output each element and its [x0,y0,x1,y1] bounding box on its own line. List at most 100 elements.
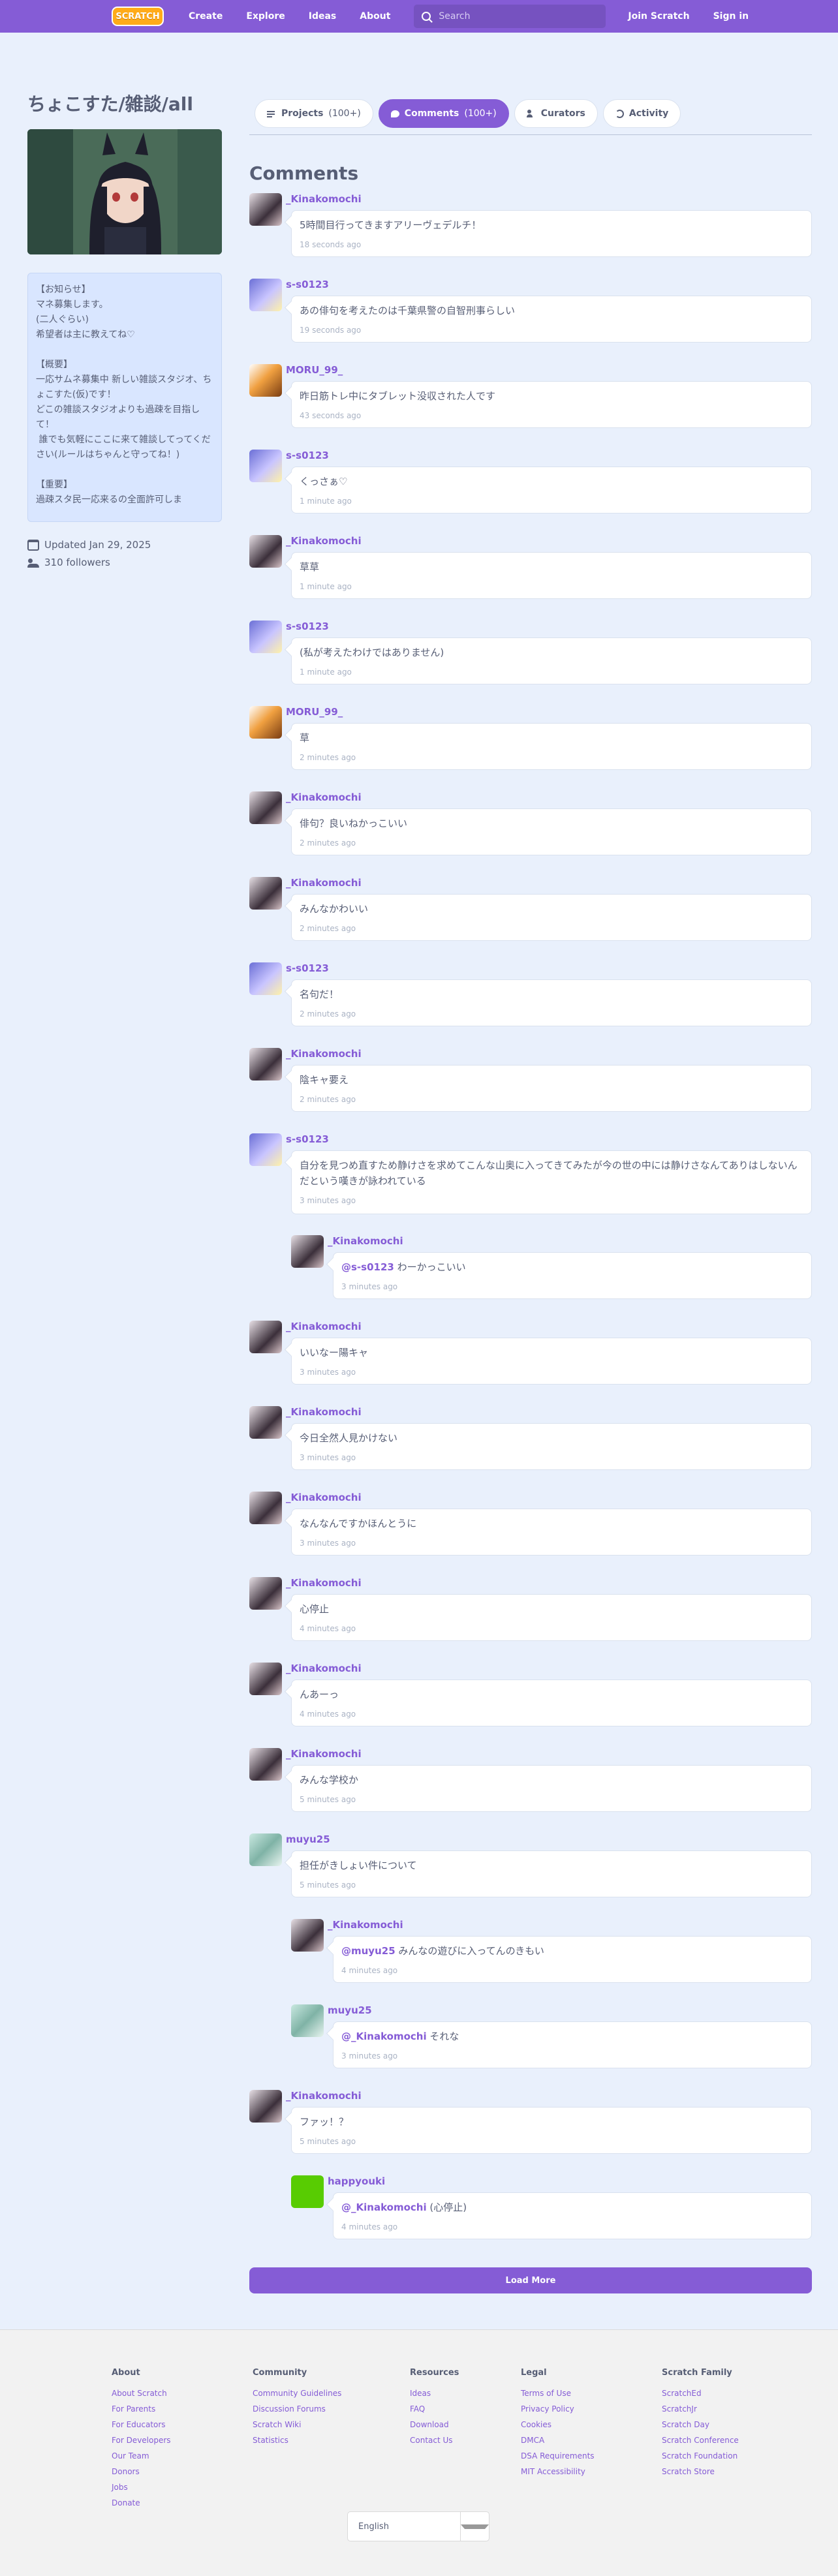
comment-username[interactable]: _Kinakomochi [286,1748,362,1760]
tab-comments[interactable]: Comments (100+) [378,99,509,128]
comment-username[interactable]: _Kinakomochi [286,1406,362,1418]
footer-link[interactable]: FAQ [410,2401,521,2417]
comment-username[interactable]: _Kinakomochi [328,1919,403,1931]
footer-link[interactable]: Discussion Forums [253,2401,410,2417]
comment-username[interactable]: MORU_99_ [286,706,343,718]
footer-link[interactable]: Scratch Wiki [253,2417,410,2432]
avatar[interactable] [249,535,282,568]
comment-username[interactable]: s-s0123 [286,450,329,461]
avatar[interactable] [249,962,282,995]
comment-username[interactable]: s-s0123 [286,962,329,974]
footer-link[interactable]: Cookies [521,2417,662,2432]
footer-link[interactable]: Ideas [410,2385,521,2401]
mention-link[interactable]: @_Kinakomochi [341,2201,427,2213]
footer-link[interactable]: Community Guidelines [253,2385,410,2401]
footer-link[interactable]: ScratchEd [662,2385,803,2401]
comment-bubble: @muyu25 みんなの遊びに入ってんのきもい 4 minutes ago [333,1936,812,1983]
footer-link[interactable]: Download [410,2417,521,2432]
footer-link[interactable]: Donors [112,2464,253,2479]
footer-link[interactable]: For Developers [112,2432,253,2448]
comment-username[interactable]: _Kinakomochi [286,2090,362,2102]
footer-link[interactable]: Jobs [112,2479,253,2495]
comment-username[interactable]: _Kinakomochi [286,1577,362,1589]
search-input[interactable] [439,11,596,22]
avatar[interactable] [249,1833,282,1866]
avatar[interactable] [249,621,282,653]
sign-in-link[interactable]: Sign in [702,11,761,22]
footer-link[interactable]: For Parents [112,2401,253,2417]
comment-username[interactable]: _Kinakomochi [286,1492,362,1503]
tab-curators[interactable]: Curators [514,99,598,128]
avatar[interactable] [249,1577,282,1610]
avatar[interactable] [249,1492,282,1524]
avatar[interactable] [249,1321,282,1353]
mention-link[interactable]: @muyu25 [341,1945,396,1957]
avatar[interactable] [249,450,282,482]
nav-explore[interactable]: Explore [234,11,296,22]
footer-link[interactable]: About Scratch [112,2385,253,2401]
avatar[interactable] [249,1406,282,1439]
avatar[interactable] [249,2090,282,2123]
avatar[interactable] [249,279,282,311]
comment-username[interactable]: _Kinakomochi [286,791,362,803]
footer-link[interactable]: DSA Requirements [521,2448,662,2464]
footer-link[interactable]: Donate [112,2495,253,2511]
avatar[interactable] [249,1748,282,1781]
avatar[interactable] [249,364,282,397]
avatar[interactable] [249,193,282,226]
footer-link[interactable]: DMCA [521,2432,662,2448]
avatar[interactable] [249,1048,282,1081]
comment-username[interactable]: happyouki [328,2175,385,2187]
mention-link[interactable]: @s-s0123 [341,1261,394,1273]
language-select[interactable]: English [347,2511,489,2541]
comment-username[interactable]: s-s0123 [286,1133,329,1145]
footer-link[interactable]: MIT Accessibility [521,2464,662,2479]
tab-activity[interactable]: Activity [602,99,681,128]
footer-column: Resources Ideas FAQ Download Contact Us [410,2368,521,2511]
footer-link[interactable]: Contact Us [410,2432,521,2448]
avatar[interactable] [249,877,282,910]
comment-username[interactable]: MORU_99_ [286,364,343,376]
avatar[interactable] [291,2175,324,2208]
mention-link[interactable]: @_Kinakomochi [341,2031,427,2042]
avatar[interactable] [291,1919,324,1952]
comment-username[interactable]: muyu25 [328,2004,372,2016]
comment-username[interactable]: _Kinakomochi [286,1321,362,1332]
footer-link[interactable]: Privacy Policy [521,2401,662,2417]
comment-username[interactable]: _Kinakomochi [286,193,362,205]
comment-username[interactable]: s-s0123 [286,279,329,290]
scratch-logo[interactable]: SCRATCH [112,7,164,26]
nav-create[interactable]: Create [177,11,234,22]
avatar[interactable] [249,791,282,824]
comment-username[interactable]: muyu25 [286,1833,330,1845]
avatar[interactable] [249,706,282,739]
footer-link[interactable]: For Educators [112,2417,253,2432]
comment-bubble: 担任がきしょい件について 5 minutes ago [291,1850,812,1897]
comment-username[interactable]: _Kinakomochi [286,535,362,547]
comment-text: なんなんですかほんとうに [300,1516,803,1531]
comment-username[interactable]: _Kinakomochi [328,1235,403,1247]
avatar[interactable] [291,2004,324,2037]
load-more-button[interactable]: Load More [249,2267,812,2293]
avatar[interactable] [249,1663,282,1695]
footer-link[interactable]: ScratchJr [662,2401,803,2417]
comment-username[interactable]: _Kinakomochi [286,1663,362,1674]
comment-username[interactable]: _Kinakomochi [286,877,362,889]
language-dropdown-toggle[interactable] [460,2512,489,2541]
join-scratch-link[interactable]: Join Scratch [616,11,701,22]
tab-projects[interactable]: Projects (100+) [255,99,373,128]
footer-link[interactable]: Statistics [253,2432,410,2448]
footer-link[interactable]: Scratch Store [662,2464,803,2479]
footer-link[interactable]: Scratch Foundation [662,2448,803,2464]
footer-link[interactable]: Scratch Conference [662,2432,803,2448]
comment-username[interactable]: _Kinakomochi [286,1048,362,1060]
avatar[interactable] [249,1133,282,1166]
footer-link[interactable]: Terms of Use [521,2385,662,2401]
footer-link[interactable]: Scratch Day [662,2417,803,2432]
avatar[interactable] [291,1235,324,1268]
comment-username[interactable]: s-s0123 [286,621,329,632]
footer-link[interactable]: Our Team [112,2448,253,2464]
comment-time: 3 minutes ago [300,1539,356,1548]
nav-about[interactable]: About [348,11,402,22]
nav-ideas[interactable]: Ideas [297,11,349,22]
